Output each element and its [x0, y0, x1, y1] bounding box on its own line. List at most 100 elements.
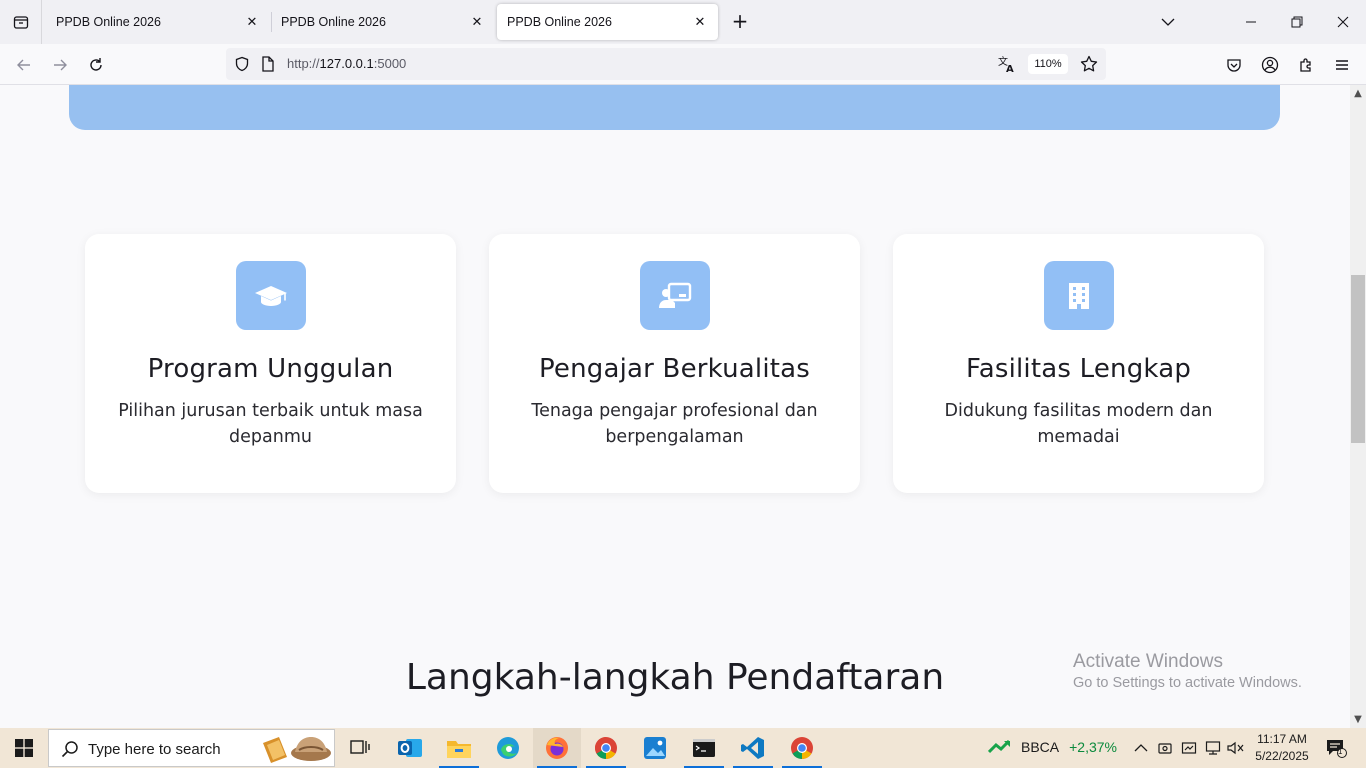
hamburger-menu-icon: [1336, 60, 1348, 70]
feature-title: Pengajar Berkualitas: [538, 354, 811, 384]
forward-button[interactable]: [47, 52, 73, 78]
chevron-down-icon: [1161, 18, 1175, 26]
graduation-cap-icon: [255, 285, 287, 306]
extensions-button[interactable]: [1293, 52, 1319, 78]
search-highlight-illustration-icon: [263, 737, 331, 763]
feature-card-facilities: Fasilitas Lengkap Didukung fasilitas mod…: [893, 234, 1264, 493]
restore-button[interactable]: [1274, 0, 1320, 44]
browser-tab-3-active[interactable]: PPDB Online 2026 ✕: [497, 4, 718, 40]
screen-icon: [1181, 742, 1197, 754]
reload-button[interactable]: [83, 52, 109, 78]
tab-list-icon: [13, 16, 28, 29]
new-tab-button[interactable]: +: [728, 10, 752, 34]
pocket-icon: [1227, 59, 1241, 72]
menu-button[interactable]: [1329, 52, 1355, 78]
feature-card-program: Program Unggulan Pilihan jurusan terbaik…: [85, 234, 456, 493]
taskbar-photos[interactable]: [631, 728, 679, 768]
browser-nav-bar: http://127.0.0.1:5000 文A 110%: [0, 44, 1366, 85]
reload-icon: [90, 58, 102, 71]
tab-title: PPDB Online 2026: [507, 15, 612, 29]
tab-close-icon[interactable]: ✕: [469, 14, 485, 30]
tab-close-icon[interactable]: ✕: [692, 14, 708, 30]
hero-banner-bottom: [69, 85, 1280, 130]
scrollbar-thumb[interactable]: [1351, 275, 1365, 443]
tab-list-button[interactable]: [0, 0, 42, 44]
stock-change: +2,37%: [1069, 739, 1117, 755]
task-view-icon: [350, 740, 370, 754]
close-window-button[interactable]: [1320, 0, 1366, 44]
search-icon: [61, 741, 78, 758]
clock-time: 11:17 AM: [1257, 732, 1307, 746]
tray-network[interactable]: [1203, 738, 1223, 758]
meet-now-icon: [1158, 743, 1172, 754]
taskbar-search-box[interactable]: Type here to search: [48, 729, 335, 767]
feature-icon-badge: [640, 261, 710, 330]
taskbar-terminal[interactable]: [680, 728, 728, 768]
tray-clock[interactable]: 11:17 AM 5/22/2025: [1252, 731, 1312, 765]
notification-icon: [1327, 740, 1347, 758]
taskbar-firefox[interactable]: [533, 728, 581, 768]
page-icon[interactable]: [261, 56, 275, 72]
feature-card-teachers: Pengajar Berkualitas Tenaga pengajar pro…: [489, 234, 860, 493]
browser-tab-bar: PPDB Online 2026 ✕ PPDB Online 2026 ✕ PP…: [0, 0, 1366, 44]
address-bar[interactable]: http://127.0.0.1:5000 文A 110%: [226, 48, 1106, 80]
building-icon: [1069, 282, 1089, 309]
feature-icon-badge: [1044, 261, 1114, 330]
feature-description: Pilihan jurusan terbaik untuk masa depan…: [118, 401, 423, 447]
watermark-subtitle: Go to Settings to activate Windows.: [1073, 675, 1302, 691]
edge-icon: [497, 737, 519, 759]
folder-icon: [447, 741, 471, 758]
svg-text:A: A: [1006, 64, 1014, 73]
watermark-title: Activate Windows: [1073, 651, 1223, 672]
browser-tab-1[interactable]: PPDB Online 2026 ✕: [46, 4, 270, 40]
account-button[interactable]: [1257, 52, 1283, 78]
translate-icon[interactable]: 文A: [998, 55, 1016, 73]
back-button[interactable]: [11, 52, 37, 78]
browser-tab-2[interactable]: PPDB Online 2026 ✕: [271, 4, 495, 40]
puzzle-icon: [1300, 58, 1311, 72]
url-port: :5000: [373, 56, 407, 71]
volume-muted-icon: [1227, 741, 1244, 755]
start-button[interactable]: [0, 728, 48, 768]
bookmark-star-icon[interactable]: [1080, 55, 1098, 73]
list-all-tabs-button[interactable]: [1145, 0, 1191, 44]
scroll-down-arrow[interactable]: ▼: [1350, 712, 1366, 728]
tab-close-icon[interactable]: ✕: [244, 14, 260, 30]
taskbar-chrome[interactable]: [582, 728, 630, 768]
taskbar-vscode[interactable]: [729, 728, 777, 768]
photos-icon: [644, 737, 666, 759]
url-text[interactable]: http://127.0.0.1:5000: [287, 56, 406, 71]
chrome-icon: [595, 737, 617, 759]
tray-meet-now[interactable]: [1155, 738, 1175, 758]
tab-title: PPDB Online 2026: [56, 15, 161, 29]
tray-show-hidden-icons[interactable]: [1131, 738, 1151, 758]
feature-title: Program Unggulan: [147, 354, 394, 384]
task-view-button[interactable]: [336, 728, 384, 768]
teacher-board-icon: [659, 282, 692, 308]
taskbar-edge[interactable]: [484, 728, 532, 768]
arrow-right-icon: [54, 59, 67, 71]
vscode-icon: [741, 737, 764, 759]
shield-icon[interactable]: [234, 56, 250, 72]
tray-volume[interactable]: [1226, 738, 1246, 758]
stock-trend-up-icon: [988, 740, 1011, 754]
arrow-left-icon: [17, 59, 30, 71]
firefox-icon: [546, 737, 568, 759]
taskbar-chrome-2[interactable]: [778, 728, 826, 768]
notification-count: 1: [1338, 747, 1343, 756]
network-icon: [1205, 741, 1221, 755]
scroll-up-arrow[interactable]: ▲: [1350, 86, 1366, 102]
notification-center-button[interactable]: 1: [1324, 738, 1348, 758]
zoom-level-button[interactable]: 110%: [1028, 54, 1068, 74]
taskbar-outlook[interactable]: [386, 728, 434, 768]
clock-date: 5/22/2025: [1255, 749, 1309, 763]
tray-photo-app[interactable]: [1179, 738, 1199, 758]
restore-icon: [1291, 16, 1303, 28]
pocket-button[interactable]: [1221, 52, 1247, 78]
stock-ticker: BBCA: [1021, 739, 1060, 755]
feature-description: Tenaga pengajar profesional dan berpenga…: [531, 401, 818, 447]
stock-widget[interactable]: BBCA +2,37%: [988, 739, 1117, 755]
taskbar-file-explorer[interactable]: [435, 728, 483, 768]
minimize-button[interactable]: [1228, 0, 1274, 44]
chevron-up-icon: [1134, 744, 1148, 752]
